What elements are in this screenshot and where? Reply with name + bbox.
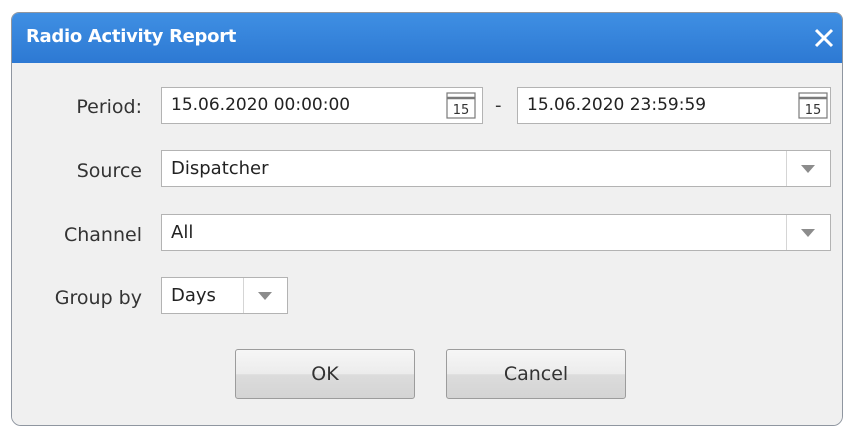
cancel-button[interactable]: Cancel (446, 349, 626, 399)
close-button[interactable] (810, 24, 838, 52)
close-icon (814, 28, 834, 48)
ok-button[interactable]: OK (235, 349, 415, 399)
channel-label: Channel (63, 224, 142, 246)
dialog-titlebar[interactable]: Radio Activity Report (12, 13, 842, 63)
group-by-value: Days (171, 285, 216, 306)
source-dropdown-toggle[interactable] (786, 151, 830, 186)
source-label: Source (76, 160, 142, 182)
chevron-down-icon (801, 229, 815, 237)
group-by-dropdown-toggle[interactable] (243, 278, 287, 313)
dialog-title: Radio Activity Report (26, 26, 237, 47)
period-end-calendar-button[interactable]: 15 (798, 92, 828, 119)
period-start-field[interactable]: 15.06.2020 00:00:00 15 (161, 87, 483, 124)
channel-dropdown[interactable]: All (161, 214, 831, 251)
channel-dropdown-toggle[interactable] (786, 215, 830, 250)
period-end-value: 15.06.2020 23:59:59 (527, 95, 707, 115)
radio-activity-report-dialog: Radio Activity Report Period: 15.06.2020… (11, 12, 843, 426)
svg-text:15: 15 (453, 103, 470, 118)
group-by-label: Group by (54, 287, 142, 309)
group-by-dropdown[interactable]: Days (161, 277, 288, 314)
calendar-icon: 15 (798, 92, 828, 119)
period-label: Period: (76, 96, 142, 118)
channel-value: All (171, 222, 194, 243)
chevron-down-icon (801, 165, 815, 173)
chevron-down-icon (258, 292, 272, 300)
source-value: Dispatcher (171, 158, 269, 179)
source-dropdown[interactable]: Dispatcher (161, 150, 831, 187)
period-separator: - (495, 95, 502, 116)
dialog-content: Period: 15.06.2020 00:00:00 15 - 15.06.2… (12, 63, 842, 425)
period-start-value: 15.06.2020 00:00:00 (171, 95, 351, 115)
calendar-icon: 15 (446, 92, 476, 119)
svg-text:15: 15 (805, 103, 822, 118)
period-end-field[interactable]: 15.06.2020 23:59:59 15 (517, 87, 831, 124)
period-start-calendar-button[interactable]: 15 (446, 92, 476, 119)
